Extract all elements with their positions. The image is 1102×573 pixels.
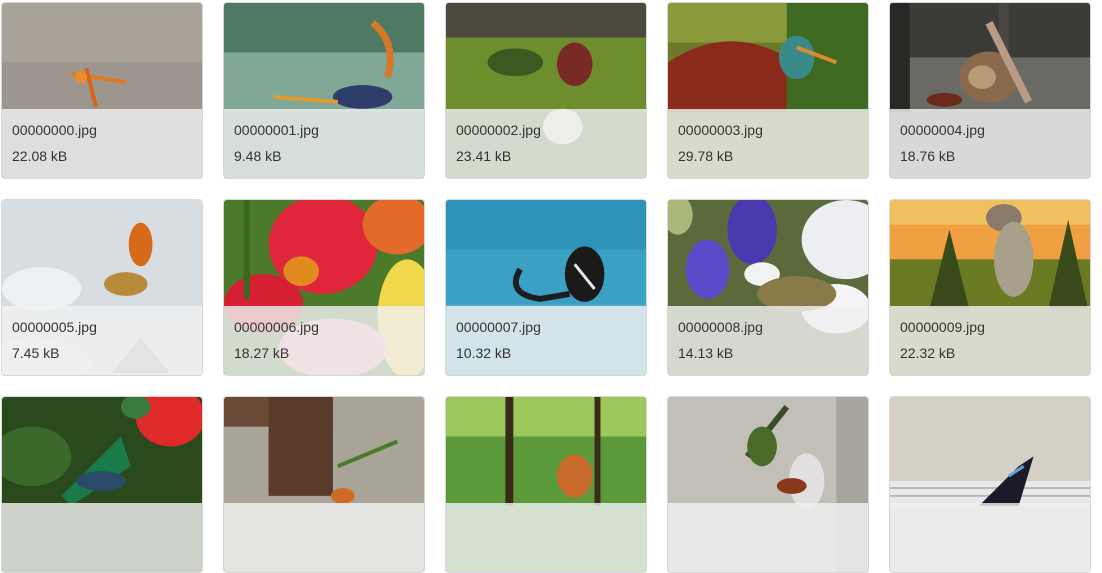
- file-name: 00000001.jpg: [234, 122, 319, 138]
- tile-caption: 00000002.jpg 23.41 kB: [446, 109, 646, 178]
- file-size: 23.41 kB: [456, 148, 512, 164]
- tile-caption: 00000008.jpg 14.13 kB: [668, 306, 868, 375]
- file-size: 10.32 kB: [456, 345, 512, 361]
- gallery-tile[interactable]: [445, 396, 647, 573]
- gallery-tile[interactable]: [667, 396, 869, 573]
- file-name: 00000006.jpg: [234, 319, 319, 335]
- tile-caption: 00000005.jpg 7.45 kB: [2, 306, 202, 375]
- gallery-tile[interactable]: 00000009.jpg 22.32 kB: [889, 199, 1091, 376]
- gallery-tile[interactable]: [889, 396, 1091, 573]
- file-size: 22.08 kB: [12, 148, 68, 164]
- file-name: 00000000.jpg: [12, 122, 97, 138]
- file-size: 29.78 kB: [678, 148, 734, 164]
- file-size: 22.32 kB: [900, 345, 956, 361]
- tile-caption: 00000006.jpg 18.27 kB: [224, 306, 424, 375]
- gallery-tile[interactable]: 00000005.jpg 7.45 kB: [1, 199, 203, 376]
- gallery-tile[interactable]: 00000001.jpg 9.48 kB: [223, 2, 425, 179]
- file-size: 7.45 kB: [12, 345, 60, 361]
- file-name: 00000008.jpg: [678, 319, 763, 335]
- file-size: 18.76 kB: [900, 148, 956, 164]
- gallery-tile[interactable]: 00000002.jpg 23.41 kB: [445, 2, 647, 179]
- gallery-tile[interactable]: 00000003.jpg 29.78 kB: [667, 2, 869, 179]
- file-size: 18.27 kB: [234, 345, 290, 361]
- tile-caption: 00000009.jpg 22.32 kB: [890, 306, 1090, 375]
- tile-caption: 00000001.jpg 9.48 kB: [224, 109, 424, 178]
- tile-caption: 00000004.jpg 18.76 kB: [890, 109, 1090, 178]
- tile-caption: 00000003.jpg 29.78 kB: [668, 109, 868, 178]
- file-name: 00000004.jpg: [900, 122, 985, 138]
- gallery-tile[interactable]: 00000007.jpg 10.32 kB: [445, 199, 647, 376]
- file-name: 00000009.jpg: [900, 319, 985, 335]
- gallery-tile[interactable]: [223, 396, 425, 573]
- file-name: 00000005.jpg: [12, 319, 97, 335]
- file-name: 00000002.jpg: [456, 122, 541, 138]
- tile-caption: 00000007.jpg 10.32 kB: [446, 306, 646, 375]
- file-name: 00000007.jpg: [456, 319, 541, 335]
- gallery-tile[interactable]: [1, 396, 203, 573]
- file-size: 14.13 kB: [678, 345, 734, 361]
- gallery-tile[interactable]: 00000000.jpg 22.08 kB: [1, 2, 203, 179]
- file-size: 9.48 kB: [234, 148, 282, 164]
- tile-caption: 00000000.jpg 22.08 kB: [2, 109, 202, 178]
- image-gallery: 00000000.jpg 22.08 kB 00000001.jpg 9.48 …: [1, 2, 1091, 573]
- gallery-tile[interactable]: 00000008.jpg 14.13 kB: [667, 199, 869, 376]
- gallery-tile[interactable]: 00000006.jpg 18.27 kB: [223, 199, 425, 376]
- file-name: 00000003.jpg: [678, 122, 763, 138]
- gallery-tile[interactable]: 00000004.jpg 18.76 kB: [889, 2, 1091, 179]
